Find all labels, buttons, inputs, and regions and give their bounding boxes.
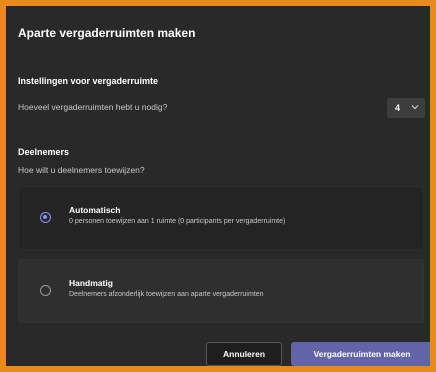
- option-manual-description: Deelnemers afzonderlijk toewijzen aan ap…: [69, 291, 264, 298]
- radio-manual[interactable]: [40, 285, 51, 296]
- participants-heading: Deelnemers: [18, 147, 70, 157]
- rooms-count-dropdown[interactable]: 4: [387, 98, 425, 118]
- radio-automatic[interactable]: [40, 212, 51, 223]
- breakout-rooms-dialog: Aparte vergaderruimten maken Instellinge…: [6, 6, 430, 366]
- option-automatic-description: 0 personen toewijzen aan 1 ruimte (0 par…: [69, 218, 286, 225]
- option-automatic-label: Automatisch: [69, 205, 121, 215]
- chevron-down-icon: [411, 105, 419, 110]
- dialog-title: Aparte vergaderruimten maken: [18, 26, 196, 40]
- rooms-question: Hoeveel vergaderruimten hebt u nodig?: [18, 102, 168, 112]
- option-manual-label: Handmatig: [69, 278, 113, 288]
- rooms-count-value: 4: [395, 103, 401, 113]
- participants-question: Hoe wilt u deelnemers toewijzen?: [18, 165, 145, 175]
- create-rooms-button[interactable]: Vergaderruimten maken: [291, 342, 430, 366]
- cancel-button[interactable]: Annuleren: [206, 342, 282, 366]
- option-manual[interactable]: Handmatig Deelnemers afzonderlijk toewij…: [18, 259, 424, 323]
- settings-heading: Instellingen voor vergaderruimte: [18, 76, 159, 86]
- option-automatic[interactable]: Automatisch 0 personen toewijzen aan 1 r…: [18, 186, 424, 250]
